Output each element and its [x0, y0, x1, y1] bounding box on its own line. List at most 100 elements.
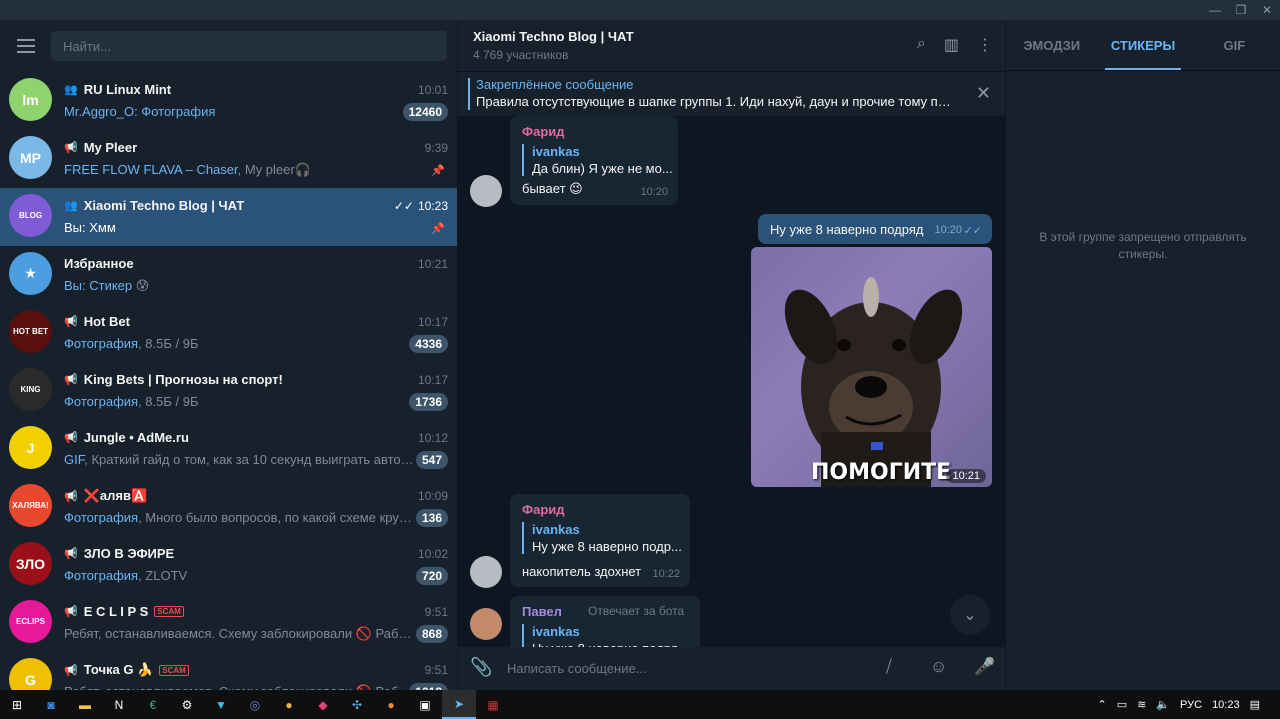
- message-bubble-outgoing[interactable]: Ну уже 8 наверно подряд 10:20 ✓✓: [758, 214, 992, 244]
- chat-name: 📢 E C L I P S SCAM: [64, 604, 184, 619]
- chat-list-item[interactable]: lm 👥 RU Linux Mint 10:01 Mr.Aggro_O: Фот…: [0, 72, 457, 130]
- chat-list-item[interactable]: ЗЛО 📢 ЗЛО В ЭФИРЕ 10:02 Фотография, ZLOT…: [0, 536, 457, 594]
- tab-emoji[interactable]: ЭМОДЗИ: [1006, 20, 1097, 70]
- chat-name: 📢 My Pleer: [64, 140, 138, 155]
- unread-badge: 720: [415, 567, 448, 585]
- avatar[interactable]: lm: [9, 78, 52, 121]
- chat-time: 10:17: [417, 315, 448, 329]
- bot-command-icon[interactable]: ⧸: [886, 657, 892, 677]
- pinned-message[interactable]: Закреплённое сообщение Правила отсутству…: [458, 72, 1005, 116]
- app-icon[interactable]: €: [136, 690, 170, 719]
- clock[interactable]: 10:23: [1212, 699, 1240, 711]
- avatar[interactable]: KING: [9, 368, 52, 411]
- message-input[interactable]: Написать сообщение...: [507, 661, 647, 676]
- chat-list-item[interactable]: BLOG 👥 Xiaomi Techno Blog | ЧАТ ✓✓ 10:23…: [0, 188, 457, 246]
- message-text: накопитель здохнет: [522, 564, 642, 579]
- reply-author: ivankas: [532, 522, 580, 537]
- wifi-icon[interactable]: ≋: [1137, 698, 1146, 711]
- scroll-down-button[interactable]: ⌄: [950, 595, 990, 635]
- attach-icon[interactable]: 📎: [470, 657, 492, 678]
- avatar[interactable]: HOT BET: [9, 310, 52, 353]
- microphone-icon[interactable]: 🎤: [974, 657, 995, 677]
- reply-quote[interactable]: ivankas Ну уже 8 наверно подр...: [522, 522, 682, 554]
- avatar[interactable]: G: [9, 658, 52, 690]
- unread-badge: 1736: [409, 393, 448, 411]
- app-icon[interactable]: ◆: [306, 690, 340, 719]
- chat-name: 📢 King Bets | Прогнозы на спорт!: [64, 372, 283, 387]
- app-icon[interactable]: ✣: [340, 690, 374, 719]
- avatar[interactable]: [470, 608, 502, 640]
- emoji-tabs: ЭМОДЗИ СТИКЕРЫ GIF: [1006, 20, 1280, 71]
- close-icon[interactable]: ✕: [1254, 0, 1280, 20]
- chrome-icon[interactable]: ●: [272, 690, 306, 719]
- reply-quote[interactable]: ivankas Да блин) Я уже не мо...: [522, 144, 673, 176]
- close-icon[interactable]: ✕: [976, 83, 991, 104]
- sidebar-toggle-icon[interactable]: ▥: [944, 35, 959, 55]
- avatar[interactable]: J: [9, 426, 52, 469]
- pinned-title: Закреплённое сообщение: [476, 77, 634, 92]
- avatar[interactable]: MP: [9, 136, 52, 179]
- winrar-icon[interactable]: ▦: [476, 690, 510, 719]
- photo-message[interactable]: ПОМОГИТЕ 10:21: [751, 247, 992, 487]
- language-indicator[interactable]: РУС: [1180, 699, 1202, 711]
- avatar[interactable]: ХАЛЯВА!: [9, 484, 52, 527]
- chat-name: 📢 Hot Bet: [64, 314, 130, 329]
- chat-list-item[interactable]: ★ Избранное 10:21 Вы: Стикер 😰: [0, 246, 457, 304]
- header-actions: ⌕ ▥ ⋮: [917, 35, 993, 55]
- chat-preview: Вы: Стикер 😰: [64, 278, 150, 293]
- message-bubble[interactable]: Фарид ivankas Да блин) Я уже не мо... бы…: [510, 116, 678, 205]
- vpn-icon[interactable]: ▼: [204, 690, 238, 719]
- chat-time: 10:17: [417, 373, 448, 387]
- channel-icon: 📢: [64, 432, 78, 444]
- volume-icon[interactable]: 🔈: [1156, 698, 1170, 711]
- chat-list-item[interactable]: ECLIPS 📢 E C L I P S SCAM 9:51 Ребят, ос…: [0, 594, 457, 652]
- folder-icon[interactable]: ▬: [68, 690, 102, 719]
- more-options-icon[interactable]: ⋮: [977, 35, 993, 55]
- chat-list-panel: Найти... lm 👥 RU Linux Mint 10:01 Mr.Agg…: [0, 20, 457, 690]
- app-icon[interactable]: ●: [374, 690, 408, 719]
- chat-list-item[interactable]: J 📢 Jungle • AdMe.ru 10:12 GIF, Краткий …: [0, 420, 457, 478]
- unread-badge: 868: [415, 625, 448, 643]
- maximize-icon[interactable]: ❐: [1228, 0, 1254, 20]
- avatar[interactable]: BLOG: [9, 194, 52, 237]
- avatar[interactable]: [470, 175, 502, 207]
- chat-title[interactable]: Xiaomi Techno Blog | ЧАТ: [473, 29, 634, 44]
- channel-icon: 📢: [64, 490, 78, 503]
- chat-time: ✓✓ 10:23: [393, 199, 448, 213]
- discord-icon[interactable]: ◎: [238, 690, 272, 719]
- chat-list-item[interactable]: G 📢 Точка G 🍌 SCAM 9:51 Ребят, останавли…: [0, 652, 457, 690]
- avatar[interactable]: ECLIPS: [9, 600, 52, 643]
- store-icon[interactable]: ▣: [408, 690, 442, 719]
- tab-gif[interactable]: GIF: [1189, 20, 1280, 70]
- system-tray: ⌃ ▭ ≋ 🔈 РУС 10:23 ▤: [1097, 690, 1280, 719]
- chat-list-item[interactable]: KING 📢 King Bets | Прогнозы на спорт! 10…: [0, 362, 457, 420]
- battery-icon[interactable]: ▭: [1117, 698, 1127, 711]
- search-input[interactable]: Найти...: [51, 31, 447, 61]
- avatar[interactable]: ★: [9, 252, 52, 295]
- emoji-icon[interactable]: ☺: [930, 657, 947, 677]
- app-icon[interactable]: ◙: [34, 690, 68, 719]
- telegram-icon[interactable]: ➤: [442, 690, 476, 719]
- tray-chevron-icon[interactable]: ⌃: [1097, 698, 1106, 711]
- steam-icon[interactable]: ⚙: [170, 690, 204, 719]
- chat-preview: Фотография, Много было вопросов, по како…: [64, 510, 414, 525]
- avatar[interactable]: ЗЛО: [9, 542, 52, 585]
- avatar[interactable]: [470, 556, 502, 588]
- chat-preview: Вы: Хмм: [64, 220, 116, 235]
- message-sender[interactable]: Фарид: [522, 502, 565, 517]
- windows-start-icon[interactable]: ⊞: [0, 690, 34, 719]
- message-sender[interactable]: Павел: [522, 604, 562, 619]
- notifications-icon[interactable]: ▤: [1250, 698, 1260, 711]
- menu-icon[interactable]: [0, 20, 52, 72]
- chat-list-item[interactable]: MP 📢 My Pleer 9:39 FREE FLOW FLAVA – Cha…: [0, 130, 457, 188]
- minimize-icon[interactable]: —: [1202, 0, 1228, 20]
- chat-list-item[interactable]: HOT BET 📢 Hot Bet 10:17 Фотография, 8.5Б…: [0, 304, 457, 362]
- chat-time: 9:39: [424, 141, 448, 155]
- message-bubble[interactable]: Фарид ivankas Ну уже 8 наверно подр... н…: [510, 494, 690, 587]
- chat-list-item[interactable]: ХАЛЯВА! 📢 ❌аляв🅰️ 10:09 Фотография, Мног…: [0, 478, 457, 536]
- tab-stickers[interactable]: СТИКЕРЫ: [1097, 20, 1188, 70]
- search-icon[interactable]: ⌕: [917, 35, 926, 55]
- message-sender[interactable]: Фарид: [522, 124, 565, 139]
- message-text: Ну уже 8 наверно подряд: [770, 222, 924, 237]
- app-icon[interactable]: N: [102, 690, 136, 719]
